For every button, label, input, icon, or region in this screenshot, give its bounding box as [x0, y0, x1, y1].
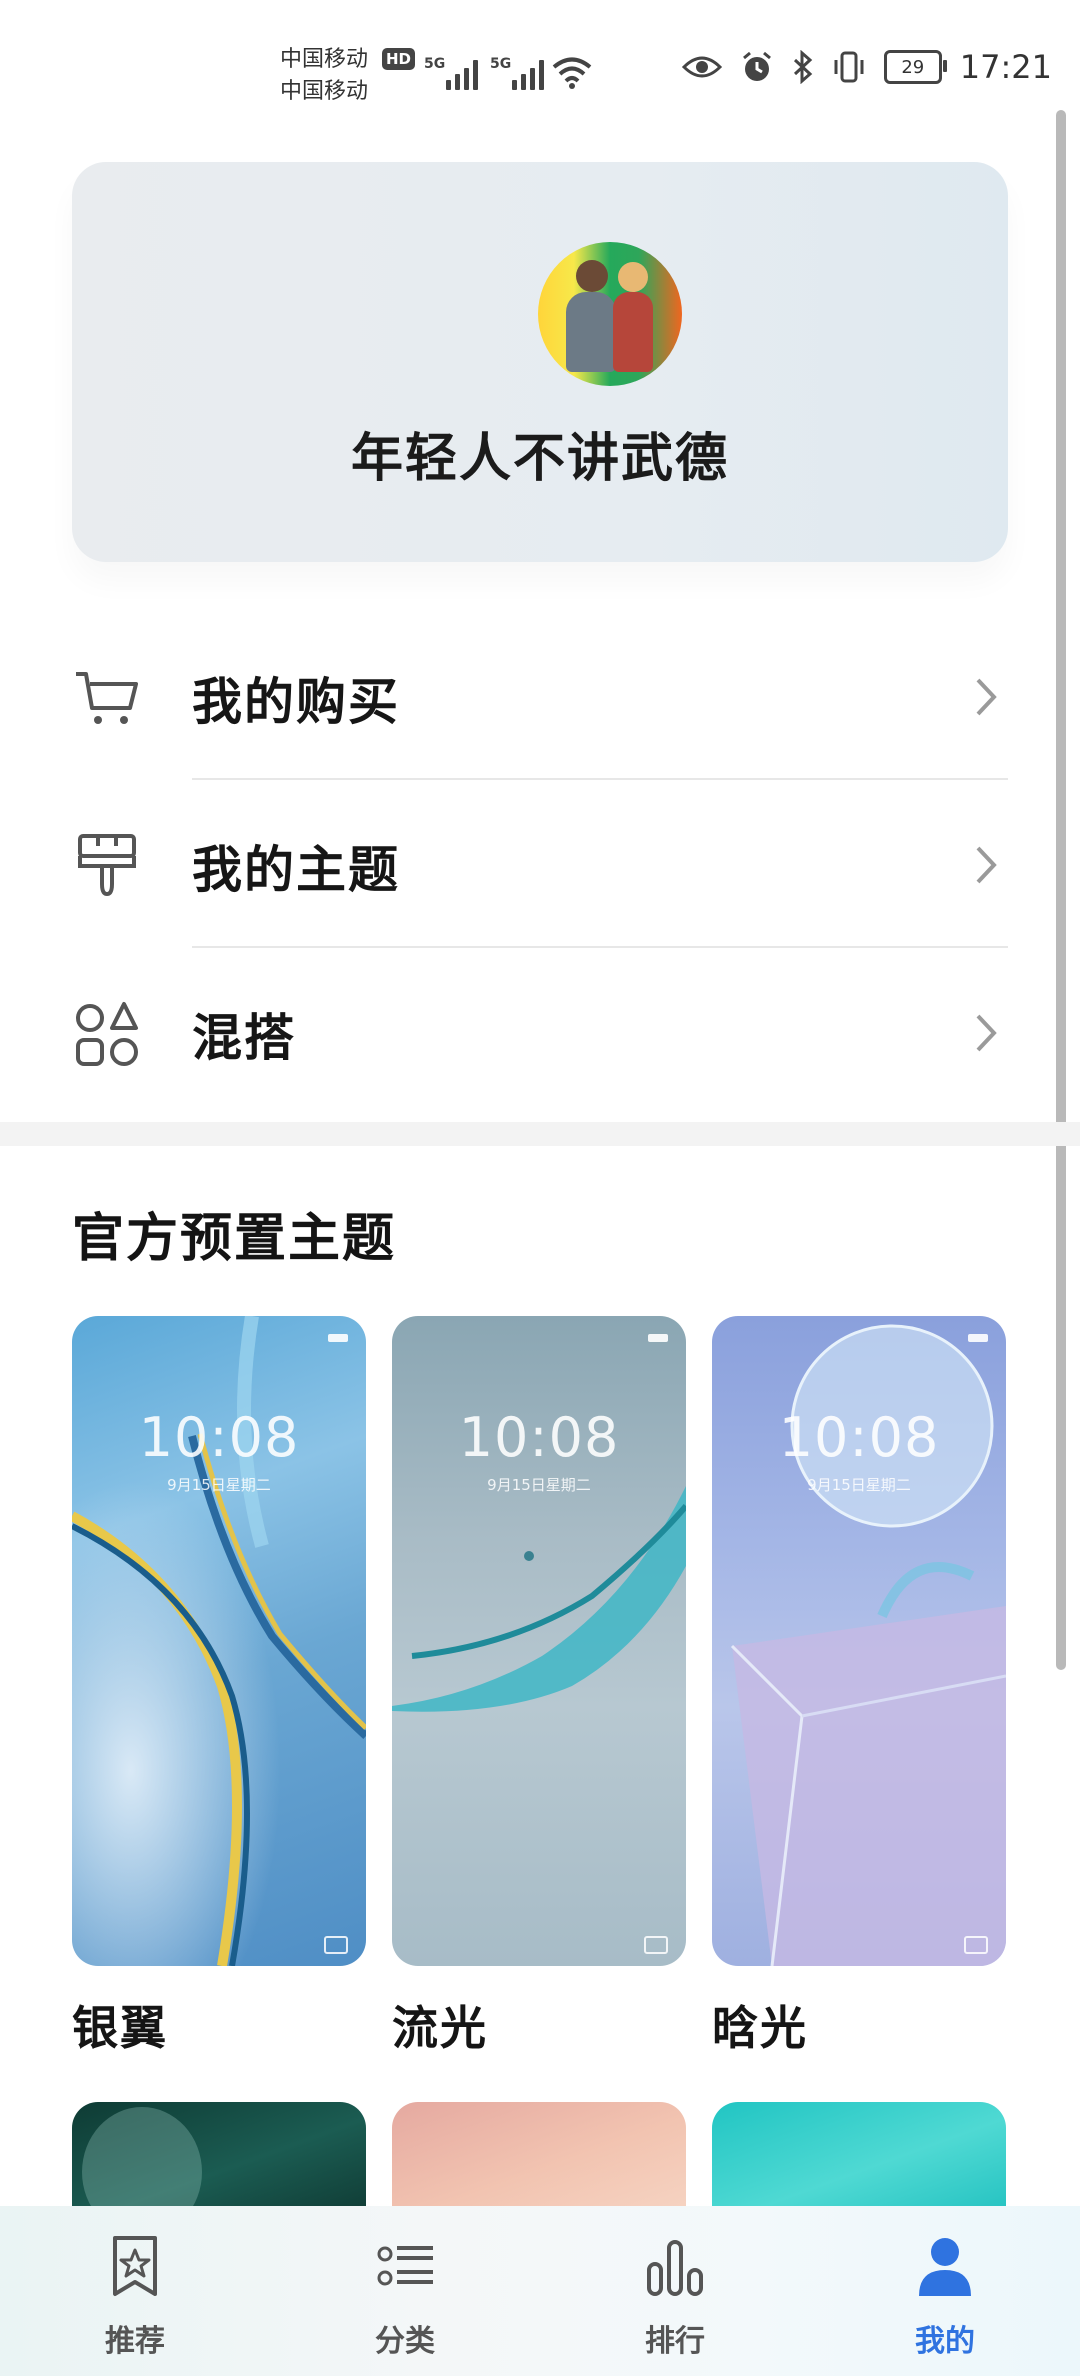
menu-item-purchases[interactable]: 我的购买 [0, 612, 1080, 780]
cart-icon [76, 672, 138, 724]
preview-date: 9月15日星期二 [487, 1476, 591, 1494]
account-menu: 我的购买 我的主题 混搭 [0, 612, 1080, 1116]
battery-icon [968, 1334, 988, 1342]
network-type-1: 5G [424, 56, 446, 72]
bar-chart-icon [647, 2240, 703, 2296]
section-title: 官方预置主题 [72, 1209, 397, 1269]
section-divider [0, 1122, 1080, 1146]
theme-card-dawnlight[interactable]: 10:08 9月15日星期二 [712, 1316, 1006, 1966]
theme-name[interactable]: 银翼 [72, 1992, 168, 2058]
tab-label: 分类 [375, 2324, 435, 2359]
chevron-right-icon [976, 678, 997, 716]
theme-name[interactable]: 流光 [392, 1992, 488, 2058]
status-bar: 中国移动 中国移动 HD 5G 5G 29 17:21 [0, 0, 1080, 130]
tab-label: 我的 [915, 2324, 975, 2359]
list-icon [377, 2246, 433, 2286]
profile-name: 年轻人不讲武德 [350, 429, 729, 489]
alarm-icon [742, 51, 771, 81]
carrier-2: 中国移动 [280, 79, 369, 104]
carrier-info: 中国移动 中国移动 [280, 44, 368, 108]
carrier-1: 中国移动 [280, 47, 369, 72]
shapes-icon [76, 1002, 138, 1066]
chevron-right-icon [976, 846, 997, 884]
signal-icon [446, 56, 478, 90]
theme-name[interactable]: 晗光 [712, 1992, 808, 2058]
preview-date: 9月15日星期二 [167, 1476, 271, 1494]
tab-recommend[interactable]: 推荐 [0, 2206, 270, 2376]
profile-card[interactable]: 年轻人不讲武德 [72, 162, 1008, 562]
wifi-icon [552, 57, 592, 89]
status-icons: 29 17:21 [681, 48, 1052, 86]
clock: 17:21 [959, 48, 1052, 86]
camera-icon [324, 1936, 348, 1954]
avatar[interactable] [538, 242, 682, 386]
menu-item-label: 我的购买 [192, 673, 400, 731]
camera-icon [964, 1936, 988, 1954]
menu-item-mix[interactable]: 混搭 [0, 948, 1080, 1116]
battery-level: 29 [901, 56, 925, 78]
chevron-right-icon [976, 1014, 997, 1052]
tab-label: 推荐 [105, 2324, 165, 2359]
bluetooth-icon [793, 50, 813, 84]
theme-card-silverwing[interactable]: 10:08 9月15日星期二 [72, 1316, 366, 1966]
tab-ranking[interactable]: 排行 [540, 2206, 810, 2376]
signal-icon [512, 56, 544, 90]
preview-date: 9月15日星期二 [807, 1476, 911, 1494]
tab-category[interactable]: 分类 [270, 2206, 540, 2376]
preview-clock: 10:08 [138, 1406, 300, 1469]
battery-icon: 29 [883, 50, 947, 84]
menu-item-label: 混搭 [192, 1009, 296, 1067]
hd-badge: HD [382, 48, 416, 70]
camera-icon [644, 1936, 668, 1954]
tab-label: 排行 [645, 2324, 705, 2359]
brush-icon [78, 834, 136, 897]
network-type-2: 5G [490, 56, 512, 72]
eye-icon [681, 56, 722, 78]
tab-mine[interactable]: 我的 [810, 2206, 1080, 2376]
battery-icon [648, 1334, 668, 1342]
bottom-tab-bar: 推荐 分类 排行 我的 [0, 2206, 1080, 2376]
menu-item-themes[interactable]: 我的主题 [0, 780, 1080, 948]
preview-clock: 10:08 [458, 1406, 620, 1469]
battery-icon [328, 1334, 348, 1342]
menu-item-label: 我的主题 [192, 841, 400, 899]
preview-clock: 10:08 [778, 1406, 940, 1469]
star-bookmark-icon [113, 2236, 157, 2296]
vibrate-icon [834, 51, 864, 83]
person-icon [919, 2238, 971, 2296]
theme-card-flowlight[interactable]: 10:08 9月15日星期二 [392, 1316, 686, 1966]
